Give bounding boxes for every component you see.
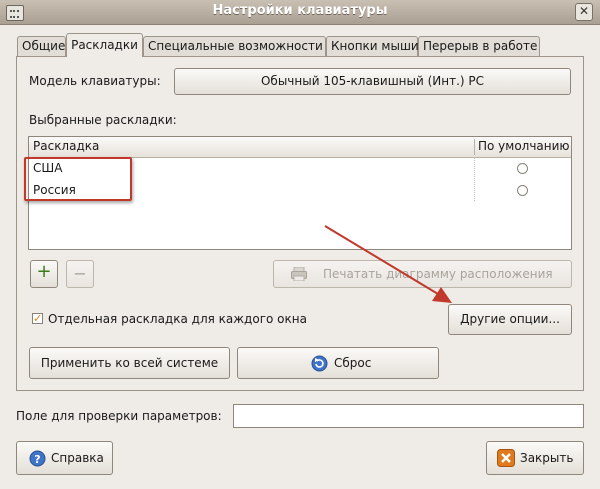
annotation-highlight-box [24,157,132,201]
printer-icon [291,266,307,282]
help-label: Справка [51,451,104,465]
keyboard-model-button[interactable]: Обычный 105-клавишный (Инт.) PC [174,68,571,95]
print-diagram-button[interactable]: Печатать диаграмму расположения [273,260,572,288]
column-header-layout[interactable]: Раскладка [33,139,99,153]
tab-general[interactable]: Общие [17,36,66,56]
per-window-checkbox[interactable]: ✓ [32,313,43,324]
close-button[interactable]: Закрыть [486,441,584,475]
default-radio[interactable] [517,163,528,174]
table-header: Раскладка По умолчанию [29,137,571,158]
default-radio[interactable] [517,185,528,196]
test-input[interactable] [233,404,584,428]
window-title: Настройки клавиатуры [212,3,388,18]
plus-icon: + [36,261,52,282]
remove-layout-button[interactable]: − [66,260,94,288]
help-icon: ? [29,450,46,467]
help-button[interactable]: ? Справка [16,441,113,475]
test-field-label: Поле для проверки параметров: [16,409,222,423]
tab-layouts[interactable]: Раскладки [66,33,143,57]
print-diagram-label: Печатать диаграмму расположения [323,267,553,281]
tab-typing-break[interactable]: Перерыв в работе [418,36,540,56]
per-window-label: Отдельная раскладка для каждого окна [48,312,307,326]
reset-button[interactable]: Сброс [237,347,439,379]
window-close-icon[interactable]: ✕ [575,3,593,21]
svg-text:?: ? [34,453,40,466]
apply-system-button[interactable]: Применить ко всей системе [29,347,230,379]
tab-mouse-keys[interactable]: Кнопки мыши [326,36,419,56]
close-label: Закрыть [520,451,574,465]
add-layout-button[interactable]: + [30,260,58,288]
selected-layouts-label: Выбранные раскладки: [29,113,177,127]
refresh-icon [311,355,328,372]
tab-accessibility[interactable]: Специальные возможности [143,36,326,56]
other-options-button[interactable]: Другие опции... [448,304,572,335]
column-separator [474,139,475,155]
keyboard-model-label: Модель клавиатуры: [29,74,161,88]
title-bar: Настройки клавиатуры ✕ [0,0,600,25]
reset-label: Сброс [334,356,372,370]
close-x-icon [497,449,515,467]
column-header-default[interactable]: По умолчанию [478,139,570,153]
